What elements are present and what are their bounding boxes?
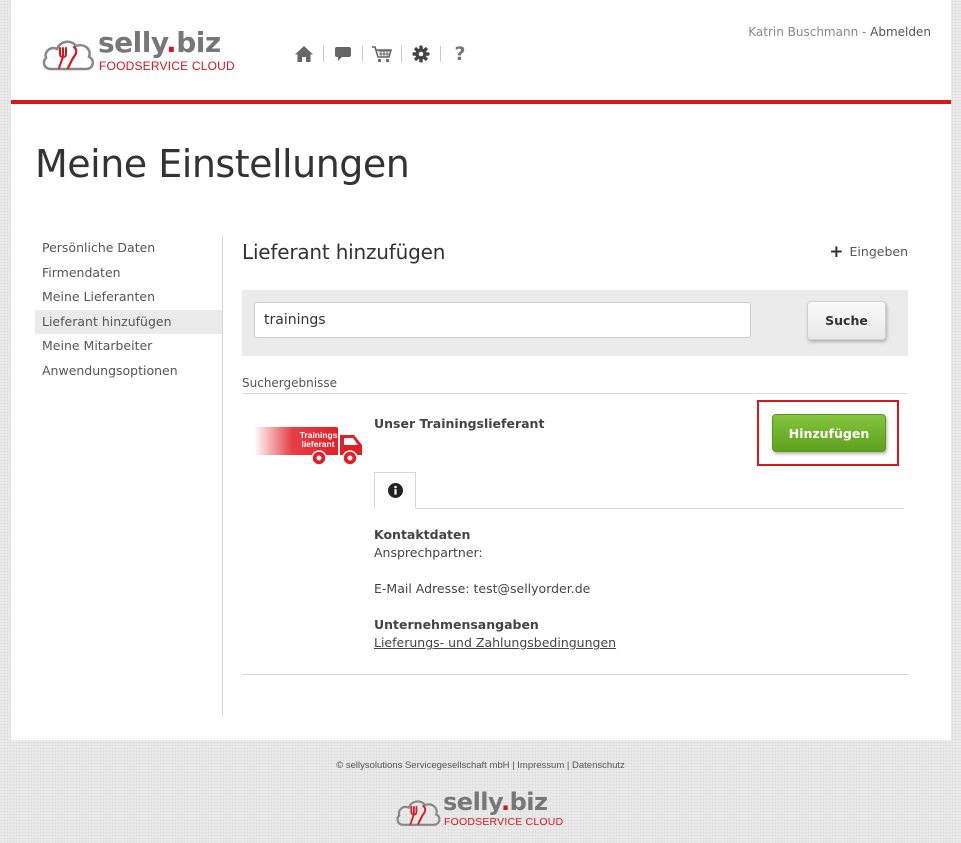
- impressum-link[interactable]: Impressum: [517, 760, 564, 771]
- datenschutz-link[interactable]: Datenschutz: [572, 760, 625, 771]
- logo-tagline: FOODSERVICE CLOUD: [99, 59, 235, 73]
- results-label: Suchergebnisse: [242, 376, 337, 390]
- footer-links: © sellysolutions Servicegesellschaft mbH…: [0, 760, 961, 771]
- info-icon: [387, 483, 403, 498]
- footer-divider: |: [564, 760, 572, 771]
- enter-supplier-link[interactable]: + Eingeben: [829, 241, 908, 262]
- enter-label: Eingeben: [849, 244, 908, 259]
- contact-person: Ansprechpartner:: [374, 545, 483, 560]
- footer-logo: selly.biz FOODSERVICE CLOUD: [395, 790, 575, 830]
- nav-separator: [401, 46, 402, 62]
- email-address: E-Mail Adresse: test@sellyorder.de: [374, 581, 591, 596]
- sidebar-item-company-data[interactable]: Firmendaten: [35, 261, 222, 286]
- divider: [242, 393, 908, 394]
- logo-wordmark: selly.biz: [443, 788, 548, 816]
- plus-icon: +: [829, 241, 844, 262]
- help-icon[interactable]: ?: [445, 43, 475, 65]
- add-supplier-button[interactable]: Hinzufügen: [772, 414, 886, 452]
- user-name: Katrin Buschmann: [748, 25, 859, 39]
- sidebar-item-my-suppliers[interactable]: Meine Lieferanten: [35, 285, 222, 310]
- header: selly.biz FOODSERVICE CLOUD ? Katrin Bus…: [11, 0, 951, 104]
- search-button[interactable]: Suche: [807, 301, 886, 340]
- home-icon[interactable]: [289, 43, 319, 65]
- cloud-cutlery-icon: [396, 800, 441, 826]
- selly-logo[interactable]: selly.biz FOODSERVICE CLOUD: [41, 28, 251, 78]
- top-navigation: ?: [289, 42, 475, 66]
- nav-separator: [440, 46, 441, 62]
- divider: [242, 674, 908, 675]
- supplier-details: Kontaktdaten Ansprechpartner: E-Mail Adr…: [374, 526, 616, 652]
- page-container: selly.biz FOODSERVICE CLOUD ? Katrin Bus…: [11, 0, 951, 740]
- sidebar-item-add-supplier[interactable]: Lieferant hinzufügen: [35, 309, 222, 334]
- sidebar-item-my-employees[interactable]: Meine Mitarbeiter: [35, 334, 222, 359]
- logo-wordmark: selly.biz: [98, 26, 221, 59]
- tab-info[interactable]: [374, 472, 416, 509]
- search-input[interactable]: [254, 302, 751, 338]
- nav-separator: [323, 46, 324, 62]
- supplier-name: Unser Trainingslieferant: [374, 416, 545, 431]
- cart-icon[interactable]: [367, 43, 397, 65]
- settings-sidebar: Persönliche Daten Firmendaten Meine Lief…: [35, 236, 223, 716]
- sidebar-item-app-options[interactable]: Anwendungsoptionen: [35, 359, 222, 384]
- supplier-tabs: [374, 472, 904, 509]
- user-bar: Katrin Buschmann - Abmelden: [748, 25, 931, 39]
- logo-tagline: FOODSERVICE CLOUD: [444, 816, 564, 828]
- contact-heading: Kontaktdaten: [374, 527, 471, 542]
- chat-icon[interactable]: [328, 43, 358, 65]
- terms-link[interactable]: Lieferungs- und Zahlungsbedingungen: [374, 635, 616, 650]
- copyright-text: © sellysolutions Servicegesellschaft mbH: [336, 760, 510, 771]
- supplier-truck-logo: Trainings- lieferant: [254, 421, 374, 471]
- section-title: Lieferant hinzufügen: [242, 240, 446, 264]
- truck-text-line2: lieferant: [301, 439, 334, 449]
- page-title: Meine Einstellungen: [35, 142, 410, 186]
- sidebar-item-personal-data[interactable]: Persönliche Daten: [35, 236, 222, 261]
- user-separator: -: [858, 25, 871, 39]
- nav-separator: [362, 46, 363, 62]
- company-heading: Unternehmensangaben: [374, 617, 539, 632]
- cloud-cutlery-icon: [42, 40, 95, 71]
- logout-link[interactable]: Abmelden: [870, 25, 931, 39]
- search-panel: Suche: [242, 290, 908, 356]
- gear-icon[interactable]: [406, 43, 436, 65]
